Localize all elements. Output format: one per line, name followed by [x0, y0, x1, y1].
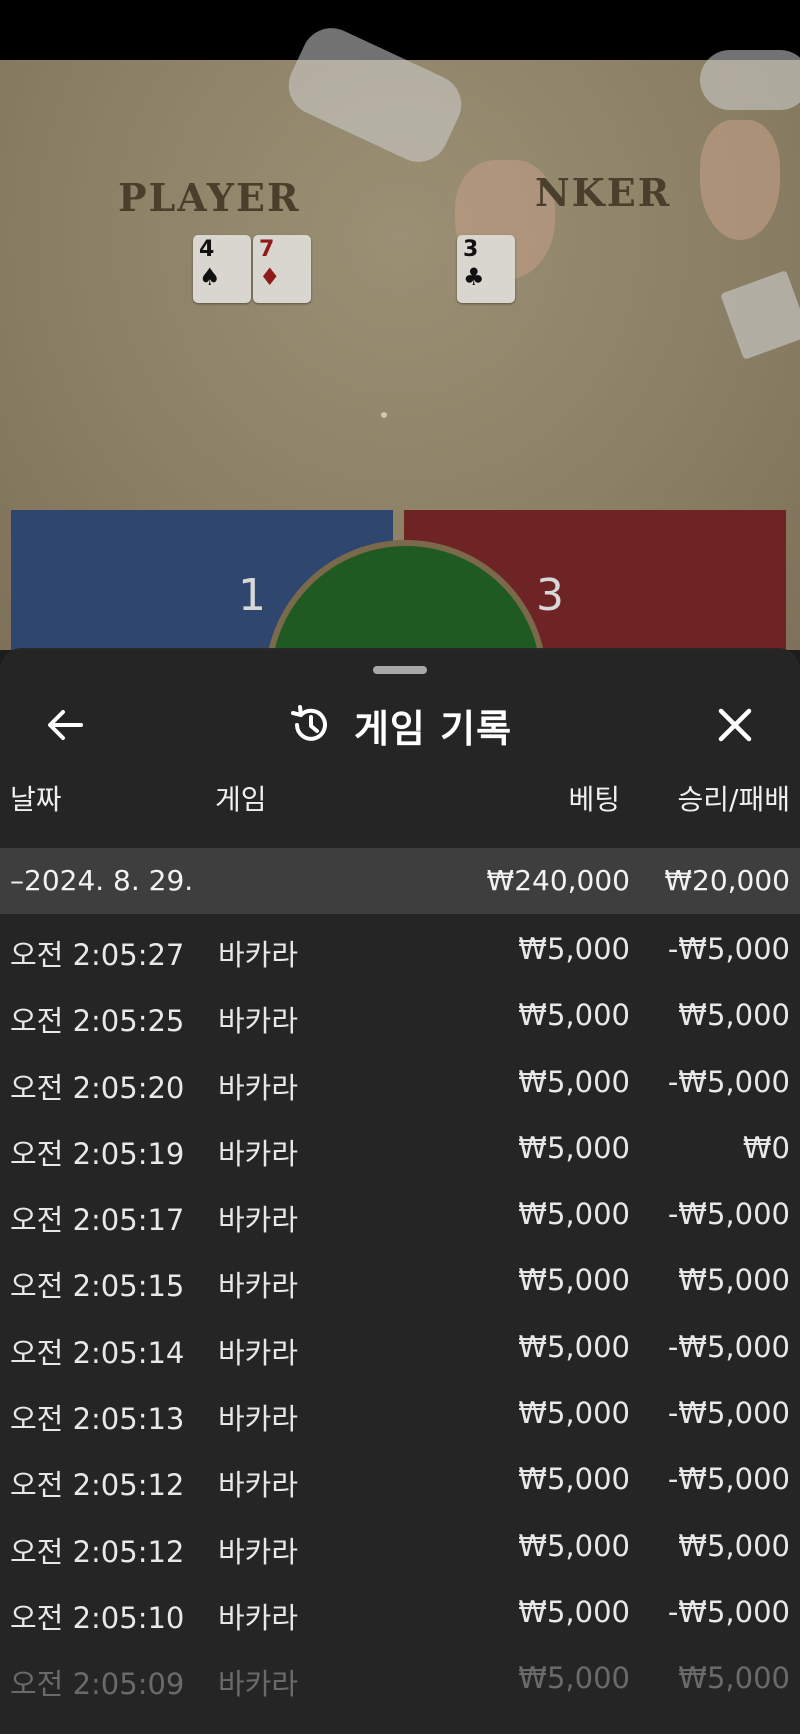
row-result: -₩5,000: [667, 1462, 790, 1497]
row-time: 오전 2:05:25: [10, 1004, 185, 1039]
row-time: 오전 2:05:27: [10, 938, 185, 972]
row-time: 오전 2:05:13: [10, 1402, 185, 1437]
row-bet: ₩5,000: [518, 1396, 630, 1431]
sheet-header: 게임 기록: [0, 700, 800, 751]
table-row[interactable]: 오전 2:05:13 바카라 ₩5,000 -₩5,000: [0, 1378, 800, 1444]
row-bet: ₩5,000: [518, 1130, 630, 1165]
row-bet: ₩5,000: [518, 998, 630, 1033]
table-row[interactable]: 오전 2:05:17 바카라 ₩5,000 -₩5,000: [0, 1179, 800, 1245]
sheet-title: 게임 기록: [353, 706, 513, 751]
banker-table-label: NKER: [535, 170, 672, 215]
row-game: 바카라: [218, 1070, 299, 1105]
group-bet-total: ₩240,000: [486, 864, 630, 897]
column-header-bet: 베팅: [568, 783, 620, 816]
column-header-game: 게임: [215, 783, 267, 816]
row-result: ₩5,000: [678, 1661, 790, 1696]
row-bet: ₩5,000: [518, 1064, 630, 1099]
row-result: ₩5,000: [678, 998, 790, 1033]
row-result: ₩5,000: [678, 1263, 790, 1298]
row-time: 오전 2:05:17: [10, 1203, 185, 1238]
row-result: -₩5,000: [667, 1064, 790, 1099]
row-game: 바카라: [218, 1468, 299, 1503]
row-game: 바카라: [218, 1600, 299, 1635]
row-game: 바카라: [218, 1004, 299, 1039]
row-result: -₩5,000: [667, 1329, 790, 1364]
table-row[interactable]: 오전 2:05:20 바카라 ₩5,000 -₩5,000: [0, 1047, 800, 1113]
row-game: 바카라: [218, 1667, 299, 1702]
table-row[interactable]: 오전 2:05:14 바카라 ₩5,000 -₩5,000: [0, 1312, 800, 1378]
column-header-result: 승리/패배: [677, 783, 790, 816]
screen: PLAYER NKER 4 ♠ 7 ♦ 3 ♣ 1 3 게임 기록 날짜 게임 …: [0, 0, 800, 1734]
card-shoe: [720, 270, 800, 360]
table-row[interactable]: 오전 2:05:10 바카라 ₩5,000 -₩5,000: [0, 1577, 800, 1643]
row-time: 오전 2:05:19: [10, 1136, 185, 1171]
row-bet: ₩5,000: [518, 1263, 630, 1298]
table-row[interactable]: 오전 2:05:25 바카라 ₩5,000 ₩5,000: [0, 980, 800, 1046]
row-result: -₩5,000: [667, 1396, 790, 1431]
row-bet: ₩5,000: [518, 1329, 630, 1364]
dealer-hand: [700, 120, 780, 240]
game-history-sheet: 게임 기록 날짜 게임 베팅 승리/패배 –2024. 8. 29. ₩240,…: [0, 648, 800, 1734]
table-header: 날짜 게임 베팅 승리/패배: [0, 768, 800, 818]
row-game: 바카라: [218, 1203, 299, 1238]
table-row[interactable]: 오전 2:05:27 바카라 ₩5,000 -₩5,000: [0, 914, 800, 980]
player-card-2: 7 ♦: [253, 235, 311, 303]
row-game: 바카라: [218, 1269, 299, 1304]
row-game: 바카라: [218, 1534, 299, 1569]
dealer-arm: [700, 50, 800, 110]
row-game: 바카라: [218, 1335, 299, 1370]
video-indicator-dot: [381, 412, 387, 418]
row-game: 바카라: [218, 938, 299, 972]
row-game: 바카라: [218, 1402, 299, 1437]
row-bet: ₩5,000: [518, 1462, 630, 1497]
table-row[interactable]: 오전 2:05:09 바카라 ₩5,000 ₩5,000: [0, 1643, 800, 1709]
table-row[interactable]: 오전 2:05:12 바카라 ₩5,000 ₩5,000: [0, 1511, 800, 1577]
row-result: -₩5,000: [667, 932, 790, 966]
row-result: ₩0: [742, 1130, 790, 1165]
banker-score: 3: [536, 570, 564, 621]
row-time: 오전 2:05:14: [10, 1335, 185, 1370]
row-result: -₩5,000: [667, 1197, 790, 1232]
date-group-row[interactable]: –2024. 8. 29. ₩240,000 ₩20,000: [0, 848, 800, 914]
row-bet: ₩5,000: [518, 1197, 630, 1232]
row-time: 오전 2:05:12: [10, 1468, 185, 1503]
player-score: 1: [238, 570, 266, 621]
row-time: 오전 2:05:15: [10, 1269, 185, 1304]
row-bet: ₩5,000: [518, 1661, 630, 1696]
close-icon: [718, 708, 752, 742]
row-time: 오전 2:05:20: [10, 1070, 185, 1105]
row-time: 오전 2:05:10: [10, 1600, 185, 1635]
table-row[interactable]: 오전 2:05:12 바카라 ₩5,000 -₩5,000: [0, 1444, 800, 1510]
history-list: 오전 2:05:27 바카라 ₩5,000 -₩5,000 오전 2:05:25 바카라 ₩…: [0, 914, 800, 1710]
drag-handle[interactable]: [373, 666, 427, 674]
banker-card-1: 3 ♣: [457, 235, 515, 303]
row-bet: ₩5,000: [518, 932, 630, 966]
row-time: 오전 2:05:09: [10, 1667, 185, 1702]
row-game: 바카라: [218, 1136, 299, 1171]
table-row[interactable]: 오전 2:05:19 바카라 ₩5,000 ₩0: [0, 1113, 800, 1179]
table-row[interactable]: 오전 2:05:15 바카라 ₩5,000 ₩5,000: [0, 1245, 800, 1311]
row-bet: ₩5,000: [518, 1594, 630, 1629]
row-time: 오전 2:05:12: [10, 1534, 185, 1569]
group-date: –2024. 8. 29.: [10, 864, 194, 897]
arrow-left-icon: [48, 710, 83, 740]
row-result: ₩5,000: [678, 1528, 790, 1563]
dealer-arm: [278, 18, 472, 172]
back-button[interactable]: [40, 700, 90, 750]
group-result-total: ₩20,000: [664, 864, 790, 897]
player-table-label: PLAYER: [118, 175, 301, 220]
player-card-1: 4 ♠: [193, 235, 251, 303]
close-button[interactable]: [710, 700, 760, 750]
row-result: -₩5,000: [667, 1594, 790, 1629]
column-header-date: 날짜: [10, 783, 62, 816]
row-bet: ₩5,000: [518, 1528, 630, 1563]
history-icon: [290, 705, 327, 741]
